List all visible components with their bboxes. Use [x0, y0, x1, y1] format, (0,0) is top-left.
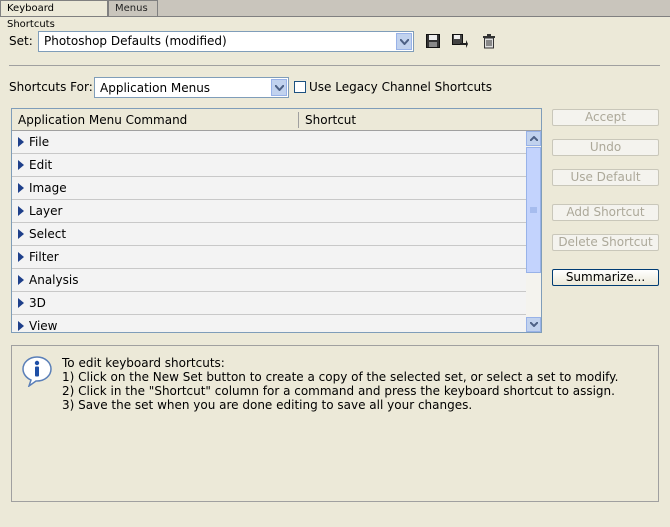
- chevron-down-icon: [271, 79, 287, 96]
- expand-triangle-icon[interactable]: [18, 206, 24, 216]
- shortcut-table: Application Menu Command Shortcut File E…: [11, 108, 542, 333]
- chevron-up-icon: [529, 136, 538, 141]
- delete-shortcut-button[interactable]: Delete Shortcut: [552, 234, 659, 251]
- table-row[interactable]: 3D: [12, 292, 526, 315]
- vertical-scrollbar[interactable]: [526, 131, 541, 332]
- use-default-button[interactable]: Use Default: [552, 169, 659, 186]
- row-label: View: [29, 319, 58, 332]
- shortcuts-for-dropdown[interactable]: Application Menus: [94, 77, 289, 98]
- summarize-button[interactable]: Summarize...: [552, 269, 659, 286]
- separator: [9, 65, 660, 66]
- info-step: 3) Save the set when you are done editin…: [62, 398, 473, 412]
- expand-triangle-icon[interactable]: [18, 229, 24, 239]
- info-box: To edit keyboard shortcuts: 1) Click on …: [11, 345, 659, 502]
- info-step: 1) Click on the New Set button to create…: [62, 370, 619, 384]
- column-shortcut[interactable]: Shortcut: [305, 113, 356, 127]
- table-row[interactable]: Select: [12, 223, 526, 246]
- table-row[interactable]: Filter: [12, 246, 526, 269]
- row-label: File: [29, 135, 50, 149]
- table-row[interactable]: File: [12, 131, 526, 154]
- row-label: Image: [29, 181, 67, 195]
- row-label: Filter: [29, 250, 59, 264]
- expand-triangle-icon[interactable]: [18, 321, 24, 331]
- expand-triangle-icon[interactable]: [18, 183, 24, 193]
- add-shortcut-button[interactable]: Add Shortcut: [552, 204, 659, 221]
- row-label: Analysis: [29, 273, 79, 287]
- accept-button[interactable]: Accept: [552, 109, 659, 126]
- legacy-channel-label: Use Legacy Channel Shortcuts: [309, 80, 493, 94]
- table-row[interactable]: View: [12, 315, 526, 332]
- legacy-channel-checkbox[interactable]: [294, 81, 306, 93]
- info-step: 2) Click in the "Shortcut" column for a …: [62, 384, 615, 398]
- shortcuts-for-value: Application Menus: [100, 81, 211, 95]
- info-heading: To edit keyboard shortcuts:: [62, 356, 225, 370]
- info-icon: [21, 355, 53, 390]
- row-label: Layer: [29, 204, 63, 218]
- grip-icon: [530, 207, 537, 212]
- row-label: Edit: [29, 158, 53, 172]
- expand-triangle-icon[interactable]: [18, 298, 24, 308]
- chevron-down-icon: [529, 322, 538, 327]
- chevron-down-icon: [396, 33, 412, 50]
- expand-triangle-icon[interactable]: [18, 160, 24, 170]
- table-row[interactable]: Layer: [12, 200, 526, 223]
- column-command[interactable]: Application Menu Command: [18, 113, 187, 127]
- table-rows: File Edit Image Layer Select Filter Anal…: [12, 131, 526, 332]
- delete-set-icon[interactable]: [481, 33, 497, 49]
- scroll-down-button[interactable]: [526, 317, 541, 332]
- table-row[interactable]: Edit: [12, 154, 526, 177]
- undo-button[interactable]: Undo: [552, 139, 659, 156]
- expand-triangle-icon[interactable]: [18, 275, 24, 285]
- column-divider[interactable]: [298, 112, 299, 128]
- row-label: Select: [29, 227, 67, 241]
- tab-bar: Keyboard Shortcuts Menus: [0, 0, 670, 30]
- shortcuts-for-label: Shortcuts For:: [9, 80, 93, 94]
- tab-menus[interactable]: Menus: [108, 0, 158, 16]
- row-label: 3D: [29, 296, 46, 310]
- table-row[interactable]: Analysis: [12, 269, 526, 292]
- set-label: Set:: [9, 34, 33, 48]
- set-dropdown[interactable]: Photoshop Defaults (modified): [38, 31, 414, 52]
- scroll-thumb[interactable]: [526, 147, 541, 273]
- expand-triangle-icon[interactable]: [18, 137, 24, 147]
- tab-keyboard-shortcuts[interactable]: Keyboard Shortcuts: [0, 0, 108, 30]
- set-dropdown-value: Photoshop Defaults (modified): [44, 34, 227, 48]
- new-set-icon[interactable]: [452, 33, 468, 49]
- table-header: Application Menu Command Shortcut: [12, 109, 541, 131]
- save-set-icon[interactable]: [425, 33, 441, 49]
- expand-triangle-icon[interactable]: [18, 252, 24, 262]
- table-row[interactable]: Image: [12, 177, 526, 200]
- scroll-up-button[interactable]: [526, 131, 541, 146]
